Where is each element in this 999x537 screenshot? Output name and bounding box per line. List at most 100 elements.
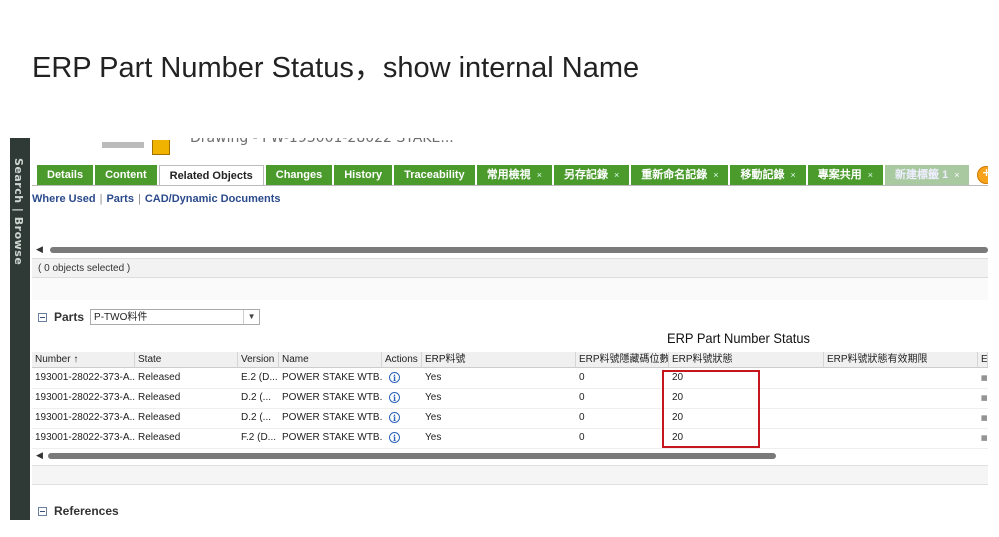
grid-icon[interactable]: ▦ xyxy=(981,435,988,442)
tab-related-objects[interactable]: Related Objects xyxy=(158,165,264,185)
cell-name: POWER STAKE WTB... xyxy=(282,372,382,383)
cell-name: POWER STAKE WTB... xyxy=(282,432,382,443)
table-row[interactable]: 193001-28022-373-A... Released F.2 (D...… xyxy=(32,428,988,449)
collapse-icon[interactable] xyxy=(38,312,47,322)
cell-erp-part: Yes xyxy=(425,392,442,403)
column-header-version[interactable]: Version xyxy=(238,352,279,368)
cell-erp-hidden-digits: 0 xyxy=(579,392,585,403)
collapse-icon[interactable] xyxy=(38,506,47,516)
link-parts[interactable]: Parts xyxy=(106,193,134,205)
cell-version: D.2 (... xyxy=(241,392,272,403)
close-icon[interactable]: × xyxy=(537,170,542,180)
tab-content[interactable]: Content xyxy=(95,165,157,185)
column-header-number[interactable]: Number ↑ xyxy=(32,352,135,368)
drawing-icon xyxy=(152,140,170,155)
table-row[interactable]: 193001-28022-373-A... Released D.2 (... … xyxy=(32,388,988,409)
grid-icon[interactable]: ▦ xyxy=(981,395,988,402)
column-header-erp-hidden-digits[interactable]: ERP料號隱藏碼位數 xyxy=(576,352,669,368)
tab-move-records[interactable]: 移動記錄 × xyxy=(730,165,806,185)
column-header-erp-part[interactable]: ERP料號 xyxy=(422,352,576,368)
horizontal-scrollbar[interactable]: ◀ xyxy=(36,245,988,255)
cell-truncated: ▦ xyxy=(978,408,988,428)
column-header-truncated[interactable]: E xyxy=(978,352,988,368)
cell-version: E.2 (D... xyxy=(241,372,278,383)
tab-history[interactable]: History xyxy=(334,165,393,185)
column-header-actions[interactable]: Actions xyxy=(382,352,422,368)
cell-truncated: ▦ xyxy=(978,368,988,388)
cell-erp-status: 20 xyxy=(672,412,684,423)
close-icon[interactable]: × xyxy=(614,170,619,180)
view-select-value: P-TWO料件 xyxy=(94,312,148,323)
chevron-down-icon[interactable]: ▼ xyxy=(243,310,259,324)
column-header-erp-status[interactable]: ERP料號狀態 xyxy=(669,352,824,368)
tab-details[interactable]: Details xyxy=(37,165,94,185)
tab-new-tab-1[interactable]: 新建標籤 1 × xyxy=(885,165,970,185)
slide-title: ERP Part Number Status，show internal Nam… xyxy=(32,52,640,84)
info-icon[interactable]: i xyxy=(389,411,400,423)
cell-number[interactable]: 193001-28022-373-A... xyxy=(32,368,135,388)
scroll-left-arrow-icon[interactable]: ◀ xyxy=(36,451,43,461)
parts-horizontal-scrollbar[interactable]: ◀ xyxy=(36,451,988,461)
cell-erp-hidden-digits: 0 xyxy=(579,412,585,423)
cell-erp-hidden-digits: 0 xyxy=(579,372,585,383)
references-section-title: References xyxy=(54,504,119,518)
column-header-erp-status-validity[interactable]: ERP料號狀態有效期限 xyxy=(824,352,978,368)
selection-status: ( 0 objects selected ) xyxy=(32,258,988,278)
close-icon[interactable]: × xyxy=(868,170,873,180)
cell-erp-status-validity xyxy=(824,368,978,388)
cell-erp-status-validity xyxy=(824,388,978,408)
cell-number[interactable]: 193001-28022-373-A... xyxy=(32,388,135,408)
cell-number[interactable]: 193001-28022-373-A... xyxy=(32,428,135,448)
tab-changes[interactable]: Changes xyxy=(265,165,333,185)
cell-state: Released xyxy=(138,432,181,443)
column-header-name[interactable]: Name xyxy=(279,352,382,368)
info-icon[interactable]: i xyxy=(389,391,400,403)
scroll-thumb[interactable] xyxy=(50,247,988,253)
cell-state: Released xyxy=(138,372,181,383)
tab-project-sharing[interactable]: 專案共用 × xyxy=(807,165,884,185)
info-icon[interactable]: i xyxy=(389,371,400,383)
scroll-left-arrow-icon[interactable]: ◀ xyxy=(36,245,43,255)
tab-bar: Details Content Related Objects Changes … xyxy=(37,165,988,185)
link-separator: | xyxy=(137,193,141,205)
tab-divider xyxy=(32,185,988,186)
tab-traceability[interactable]: Traceability xyxy=(394,165,475,185)
cell-version: F.2 (D... xyxy=(241,432,277,443)
link-cad-dynamic-documents[interactable]: CAD/Dynamic Documents xyxy=(145,193,281,205)
view-select[interactable]: P-TWO料件 ▼ xyxy=(90,309,261,325)
add-tab-button[interactable]: + xyxy=(977,166,988,184)
info-icon[interactable]: i xyxy=(389,431,400,443)
grid-icon[interactable]: ▦ xyxy=(981,375,988,382)
cell-erp-status-validity xyxy=(824,408,978,428)
tab-common-views[interactable]: 常用檢視 × xyxy=(476,165,552,185)
cell-erp-status: 20 xyxy=(672,392,684,403)
cell-truncated: ▦ xyxy=(978,428,988,448)
tab-rename-records[interactable]: 重新命名記錄 × xyxy=(631,165,729,185)
plus-icon: + xyxy=(981,166,988,179)
header-title: Drawing - PW-193001-28022 STAKE... xyxy=(190,138,454,146)
cell-number[interactable]: 193001-28022-373-A... xyxy=(32,408,135,428)
grid-icon[interactable]: ▦ xyxy=(981,415,988,422)
parts-section-header: Parts P-TWO料件 ▼ xyxy=(38,309,261,325)
table-row[interactable]: 193001-28022-373-A... Released E.2 (D...… xyxy=(32,368,988,389)
app-screenshot: Search | Browse Drawing - PW-193001-2802… xyxy=(10,138,988,520)
header-toolbar xyxy=(102,142,144,148)
link-where-used[interactable]: Where Used xyxy=(32,193,96,205)
scroll-thumb[interactable] xyxy=(48,453,776,459)
cell-actions: i xyxy=(382,388,422,408)
cell-erp-status: 20 xyxy=(672,432,684,443)
cell-state: Released xyxy=(138,412,181,423)
left-rail[interactable]: Search | Browse xyxy=(10,138,30,520)
cell-actions: i xyxy=(382,408,422,428)
column-header-state[interactable]: State xyxy=(135,352,238,368)
close-icon[interactable]: × xyxy=(954,170,959,180)
close-icon[interactable]: × xyxy=(713,170,718,180)
table-row[interactable]: 193001-28022-373-A... Released D.2 (... … xyxy=(32,408,988,429)
cell-truncated: ▦ xyxy=(978,388,988,408)
tab-save-as-records[interactable]: 另存記錄 × xyxy=(553,165,630,185)
cell-actions: i xyxy=(382,368,422,388)
close-icon[interactable]: × xyxy=(790,170,795,180)
cell-erp-part: Yes xyxy=(425,432,442,443)
table-footer-band xyxy=(32,465,988,485)
cell-erp-part: Yes xyxy=(425,412,442,423)
